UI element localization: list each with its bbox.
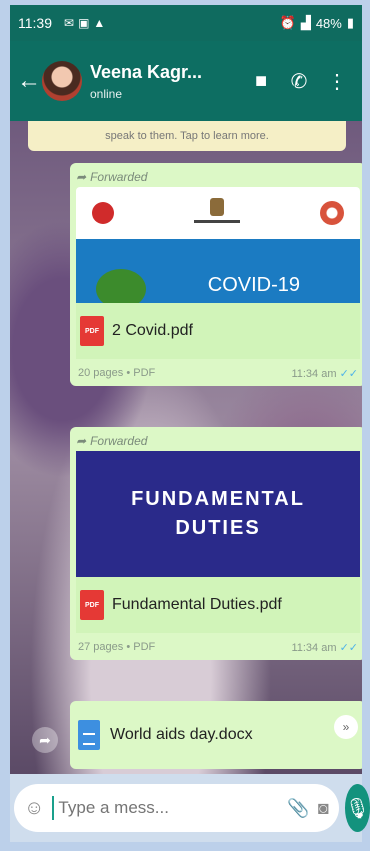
file-row[interactable]: PDF 2 Covid.pdf (76, 303, 360, 359)
forward-icon: ➦ (76, 434, 87, 448)
back-arrow-icon[interactable]: ← (16, 67, 42, 95)
scroll-down-icon[interactable]: » (334, 715, 358, 739)
alarm-icon: ⏰ (279, 15, 296, 30)
preview-title-line2: DUTIES (175, 517, 261, 539)
read-ticks-icon: ✓✓ (339, 368, 358, 380)
pdf-icon: PDF (80, 316, 104, 346)
avatar[interactable] (42, 61, 82, 101)
status-bar: 11:39 ✉ ▣ ▲ ⏰ ▟ 48% ▮ (10, 5, 362, 41)
message-icon: ✉ (64, 16, 75, 30)
document-preview[interactable]: FUNDAMENTAL DUTIES (76, 451, 360, 577)
more-options-icon[interactable]: ⋮ (318, 62, 356, 100)
file-row[interactable]: PDF Fundamental Duties.pdf (76, 577, 360, 633)
message-bubble-duties[interactable]: ➦ Forwarded FUNDAMENTAL DUTIES PDF Funda… (70, 427, 362, 660)
mic-button[interactable]: 🎙 (344, 784, 370, 832)
forward-icon: ➦ (76, 170, 87, 184)
file-name: World aids day.docx (110, 726, 253, 743)
message-input[interactable] (52, 796, 280, 820)
message-bubble-docx[interactable]: World aids day.docx » (70, 701, 362, 769)
contact-status: online (90, 86, 123, 101)
share-icon[interactable]: ➦ (32, 727, 58, 753)
message-time: 11:34 am (291, 368, 337, 380)
file-meta: 20 pages • PDF (78, 367, 156, 379)
battery-level: 48% (315, 15, 342, 31)
forwarded-label: Forwarded (90, 434, 148, 448)
document-preview[interactable]: COVID-19 (76, 187, 360, 303)
contact-info[interactable]: Veena Kagr... online (90, 62, 242, 101)
pdf-icon: PDF (80, 590, 104, 620)
chat-area: speak to them. Tap to learn more. ➦ Forw… (10, 121, 362, 774)
message-bubble-covid[interactable]: ➦ Forwarded COVID-19 PDF 2 Covid.pdf 20 … (70, 163, 362, 386)
gear-logo-icon (320, 201, 344, 225)
camera-icon[interactable]: ◙ (318, 798, 329, 819)
contact-name: Veena Kagr... (90, 61, 203, 82)
file-name: Fundamental Duties.pdf (112, 596, 282, 613)
read-ticks-icon: ✓✓ (339, 642, 358, 654)
composer: ☺ 📎 ◙ 🎙 (10, 774, 370, 842)
encryption-banner[interactable]: speak to them. Tap to learn more. (28, 121, 346, 151)
microphone-icon: 🎙 (344, 797, 370, 820)
video-call-icon[interactable]: ■ (242, 62, 280, 100)
status-time: 11:39 (18, 15, 52, 31)
file-name: 2 Covid.pdf (112, 322, 193, 339)
national-emblem-icon (192, 198, 242, 228)
warning-icon: ▲ (93, 16, 106, 30)
file-meta: 27 pages • PDF (78, 641, 156, 653)
battery-icon: ▮ (346, 15, 354, 30)
chat-header: ← Veena Kagr... online ■ ✆ ⋮ (10, 41, 362, 121)
preview-title: COVID-19 (207, 274, 300, 296)
screen-frame: 11:39 ✉ ▣ ▲ ⏰ ▟ 48% ▮ ← Veena Kagr... on… (0, 0, 370, 851)
forwarded-label: Forwarded (90, 170, 148, 184)
virus-icon (96, 269, 146, 303)
attach-icon[interactable]: 📎 (287, 798, 309, 819)
signal-icon: ▟ (300, 15, 311, 30)
preview-title-line1: FUNDAMENTAL (131, 488, 305, 510)
message-time: 11:34 am (291, 642, 337, 654)
voice-call-icon[interactable]: ✆ (280, 62, 318, 100)
gallery-icon: ▣ (78, 16, 90, 30)
document-icon (78, 720, 100, 750)
emoji-icon[interactable]: ☺ (24, 797, 44, 820)
ministry-logo-icon (92, 202, 114, 224)
message-box: ☺ 📎 ◙ (14, 784, 339, 832)
